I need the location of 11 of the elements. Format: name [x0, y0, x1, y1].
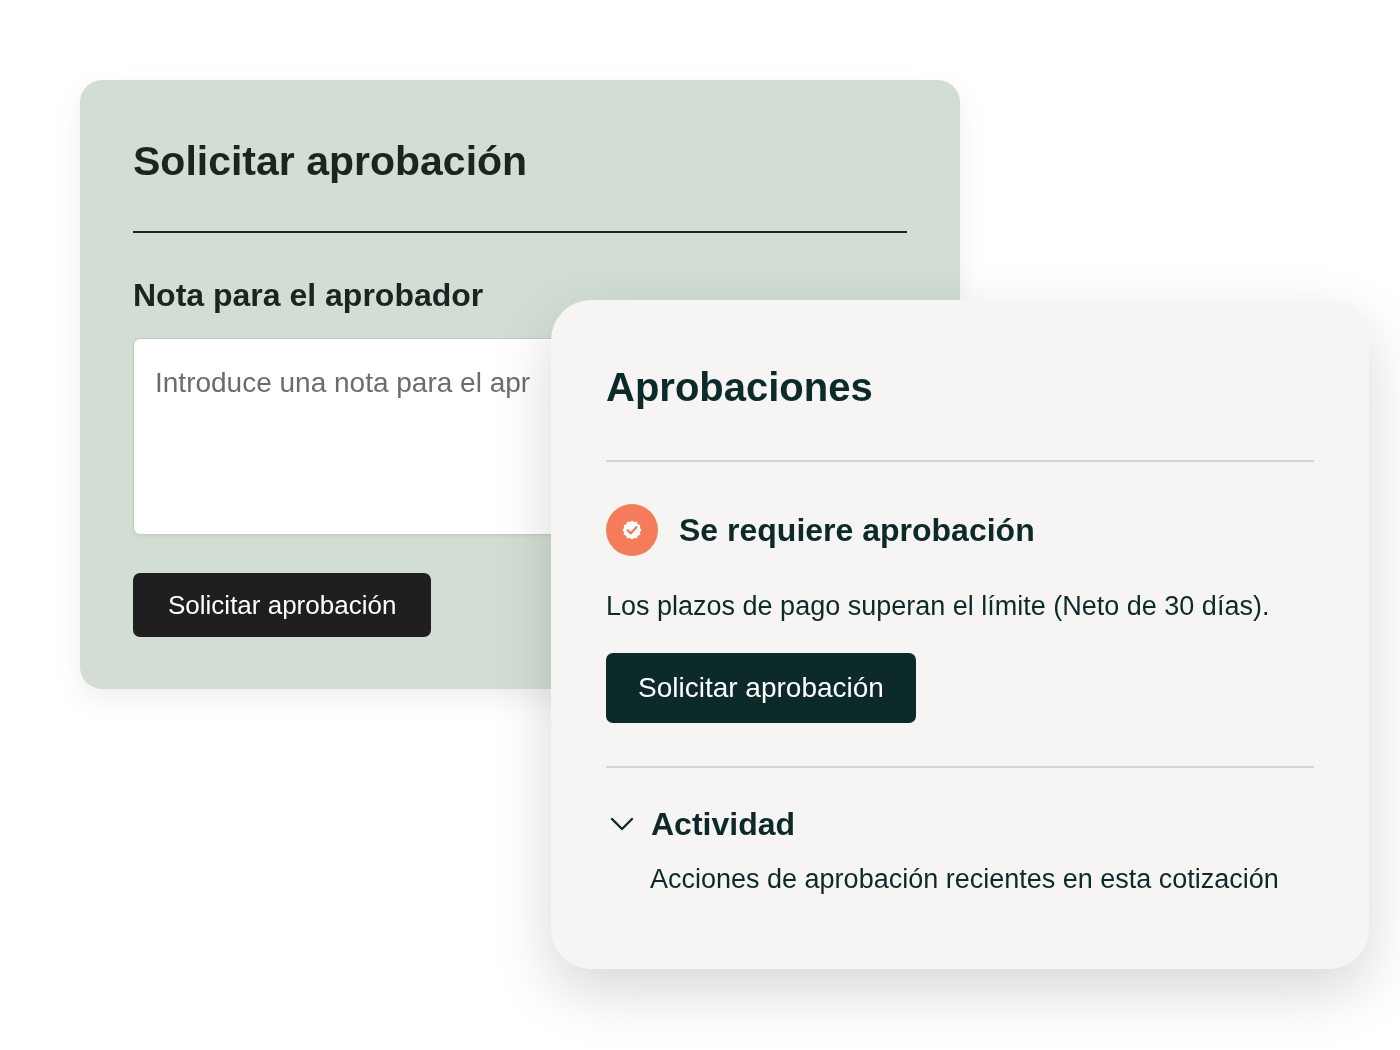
- badge-check-icon: [606, 504, 658, 556]
- activity-description: Acciones de aprobación recientes en esta cotización: [650, 863, 1279, 896]
- field-label: Nota para el aprobador: [133, 276, 484, 315]
- request-approval-button[interactable]: Solicitar aprobación: [133, 573, 432, 637]
- panel-title: Aprobaciones: [606, 364, 873, 411]
- status-description: Los plazos de pago superan el límite (Neto de 30 días).: [606, 590, 1270, 623]
- card-title: Solicitar aprobación: [133, 137, 528, 185]
- note-field[interactable]: Introduce una nota para el apr: [133, 338, 551, 535]
- request-approval-button[interactable]: Solicitar aprobación: [606, 653, 916, 723]
- status-title: Se requiere aprobación: [679, 511, 1035, 550]
- activity-toggle[interactable]: Actividad: [610, 804, 796, 844]
